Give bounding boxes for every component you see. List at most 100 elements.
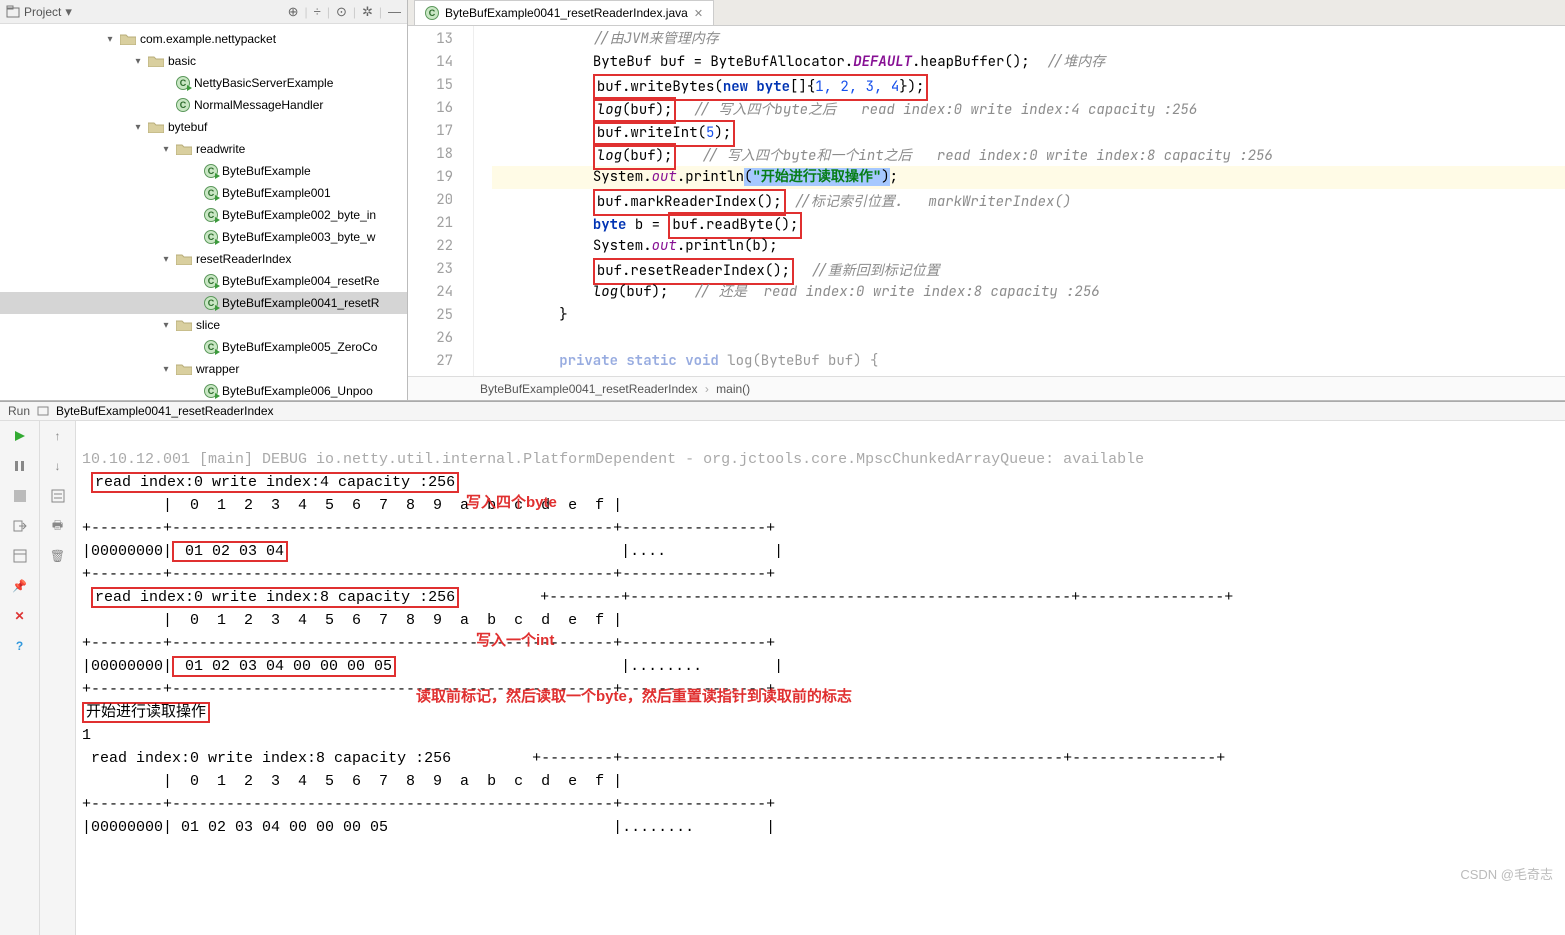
folder-icon: [148, 121, 164, 133]
tree-class[interactable]: CByteBufExample0041_resetR: [0, 292, 407, 314]
gutter-line[interactable]: 14: [408, 51, 453, 74]
tab-label: ByteBufExample0041_resetReaderIndex.java: [445, 6, 688, 20]
gutter-line[interactable]: 19: [408, 166, 453, 189]
collapse-icon[interactable]: ÷: [314, 4, 321, 19]
breadcrumb-class[interactable]: ByteBufExample0041_resetReaderIndex: [480, 382, 697, 396]
tree-class[interactable]: CByteBufExample: [0, 160, 407, 182]
tree-package[interactable]: ▾basic: [0, 50, 407, 72]
tree-class[interactable]: CByteBufExample004_resetRe: [0, 270, 407, 292]
gutter-line[interactable]: 24: [408, 281, 453, 304]
code-line[interactable]: buf.writeBytes(new byte[]{1, 2, 3, 4});: [492, 74, 1565, 97]
gutter-line[interactable]: 25: [408, 304, 453, 327]
code-line[interactable]: private static void log(ByteBuf buf) {: [492, 350, 1565, 373]
project-header: Project ▾ ⊕ | ÷ | ⊙ | ✲ | —: [0, 0, 407, 24]
code-lines[interactable]: //由JVM来管理内存 ByteBuf buf = ByteBufAllocat…: [492, 26, 1565, 376]
tree-package[interactable]: ▾slice: [0, 314, 407, 336]
layout-button[interactable]: [0, 541, 39, 571]
editor-tab[interactable]: C ByteBufExample0041_resetReaderIndex.ja…: [414, 0, 714, 25]
code-line[interactable]: buf.markReaderIndex(); //标记索引位置. markWri…: [492, 189, 1565, 212]
folder-icon: [176, 319, 192, 331]
gutter-line[interactable]: 27: [408, 350, 453, 373]
dropdown-icon[interactable]: ▾: [65, 4, 72, 20]
chevron-down-icon[interactable]: ▾: [160, 143, 172, 155]
rerun-button[interactable]: [0, 421, 39, 451]
run-header: Run ByteBufExample0041_resetReaderIndex: [0, 402, 1565, 421]
run-config-name[interactable]: ByteBufExample0041_resetReaderIndex: [56, 404, 273, 418]
tree-package[interactable]: ▾readwrite: [0, 138, 407, 160]
code-line[interactable]: log(buf); // 还是 read index:0 write index…: [492, 281, 1565, 304]
code-line[interactable]: byte b = buf.readByte();: [492, 212, 1565, 235]
gutter-line[interactable]: 13: [408, 28, 453, 51]
code-line[interactable]: System.out.println("开始进行读取操作");: [492, 166, 1565, 189]
tree-class[interactable]: C ByteBufExample002_byte_in: [0, 204, 407, 226]
tree-package[interactable]: ▾resetReaderIndex: [0, 248, 407, 270]
close-icon[interactable]: ✕: [694, 7, 703, 20]
gear-icon[interactable]: ✲: [362, 4, 373, 20]
console-line: +--------+------------------------------…: [82, 635, 775, 652]
gutter-line[interactable]: 23: [408, 258, 453, 281]
tree-package[interactable]: ▾wrapper: [0, 358, 407, 380]
code-body[interactable]: 131415161718192021222324252627 //由JVM来管理…: [408, 26, 1565, 376]
class-icon: C: [204, 230, 218, 244]
project-panel: Project ▾ ⊕ | ÷ | ⊙ | ✲ | — ▾com.example…: [0, 0, 408, 400]
chevron-down-icon[interactable]: ▾: [160, 319, 172, 331]
down-button[interactable]: ↓: [40, 451, 75, 481]
console-line: 开始进行读取操作: [82, 702, 210, 723]
tree-package[interactable]: ▾com.example.nettypacket: [0, 28, 407, 50]
code-line[interactable]: System.out.println(b);: [492, 235, 1565, 258]
pin-button[interactable]: 📌: [0, 571, 39, 601]
pause-button[interactable]: [0, 451, 39, 481]
scale-icon[interactable]: ⊕: [288, 4, 299, 20]
gutter-line[interactable]: 17: [408, 120, 453, 143]
up-button[interactable]: ↑: [40, 421, 75, 451]
project-tree[interactable]: ▾com.example.nettypacket▾basicCNettyBasi…: [0, 24, 407, 400]
chevron-down-icon[interactable]: ▾: [132, 121, 144, 133]
console[interactable]: 10.10.12.001 [main] DEBUG io.netty.util.…: [76, 421, 1565, 935]
code-line[interactable]: //由JVM来管理内存: [492, 28, 1565, 51]
close-button[interactable]: ✕: [0, 601, 39, 631]
trash-button[interactable]: 🗑: [40, 541, 75, 571]
print-button[interactable]: 🖶: [40, 511, 75, 541]
help-button[interactable]: ?: [0, 631, 39, 661]
tree-class[interactable]: CByteBufExample006_Unpoo: [0, 380, 407, 400]
tree-class[interactable]: C ByteBufExample003_byte_w: [0, 226, 407, 248]
gutter-line[interactable]: 22: [408, 235, 453, 258]
gutter-line[interactable]: 18: [408, 143, 453, 166]
code-line[interactable]: }: [492, 304, 1565, 327]
stop-button[interactable]: [0, 481, 39, 511]
tree-class[interactable]: CByteBufExample005_ZeroCo: [0, 336, 407, 358]
tree-class[interactable]: CNormalMessageHandler: [0, 94, 407, 116]
gutter-line[interactable]: 16: [408, 97, 453, 120]
tree-package[interactable]: ▾bytebuf: [0, 116, 407, 138]
gutter-line[interactable]: 26: [408, 327, 453, 350]
chevron-down-icon[interactable]: ▾: [160, 253, 172, 265]
code-line[interactable]: log(buf); // 写入四个byte和一个int之后 read index…: [492, 143, 1565, 166]
code-line[interactable]: buf.writeInt(5);: [492, 120, 1565, 143]
code-line[interactable]: [492, 327, 1565, 350]
annotation: 写入一个int: [476, 629, 554, 652]
breadcrumb-method[interactable]: main(): [716, 382, 750, 396]
gutter-line[interactable]: 21: [408, 212, 453, 235]
breadcrumb[interactable]: ByteBufExample0041_resetReaderIndex › ma…: [408, 376, 1565, 400]
chevron-down-icon[interactable]: ▾: [132, 55, 144, 67]
tree-label: ByteBufExample003_byte_w: [222, 230, 375, 244]
hide-icon[interactable]: —: [388, 4, 401, 19]
gutter-line[interactable]: 20: [408, 189, 453, 212]
exit-button[interactable]: [0, 511, 39, 541]
console-line: +--------+------------------------------…: [82, 566, 775, 583]
code-line[interactable]: ByteBuf buf = ByteBufAllocator.DEFAULT.h…: [492, 51, 1565, 74]
code-line[interactable]: buf.resetReaderIndex(); //重新回到标记位置: [492, 258, 1565, 281]
tree-class[interactable]: CByteBufExample001: [0, 182, 407, 204]
annotation: 读取前标记，然后读取一个byte，然后重置读指针到读取前的标志: [416, 685, 852, 708]
tree-class[interactable]: CNettyBasicServerExample: [0, 72, 407, 94]
chevron-down-icon[interactable]: ▾: [160, 363, 172, 375]
annotation: 写入四个byte: [466, 491, 557, 514]
class-icon: C: [204, 208, 218, 222]
target-icon[interactable]: ⊙: [336, 4, 347, 20]
wrap-button[interactable]: [40, 481, 75, 511]
gutter-line[interactable]: 15: [408, 74, 453, 97]
tree-label: ByteBufExample002_byte_in: [222, 208, 376, 222]
code-line[interactable]: log(buf); // 写入四个byte之后 read index:0 wri…: [492, 97, 1565, 120]
console-line: |00000000|: [82, 658, 172, 675]
chevron-down-icon[interactable]: ▾: [104, 33, 116, 45]
